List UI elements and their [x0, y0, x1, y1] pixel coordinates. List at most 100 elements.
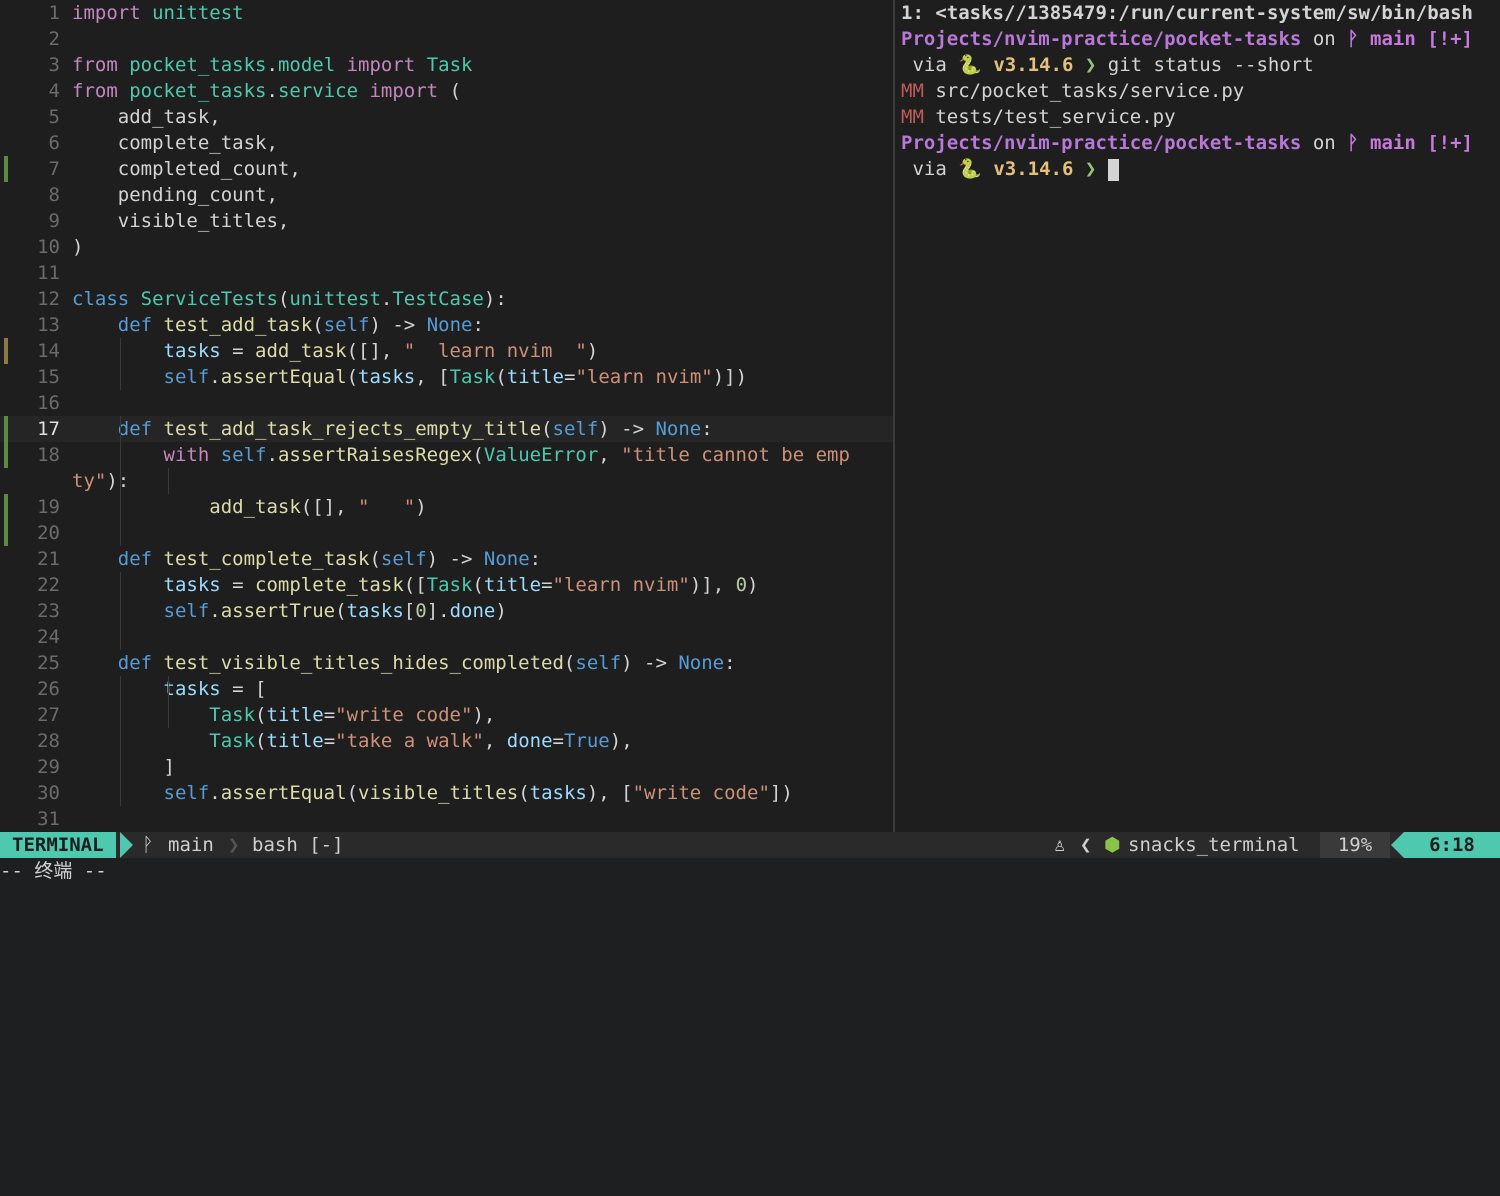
code-token: title	[266, 730, 324, 752]
line-number: 16	[37, 392, 60, 414]
command-text: git status --short	[1107, 54, 1314, 76]
code-line[interactable]: 17 def test_add_task_rejects_empty_title…	[0, 416, 893, 442]
indent-guide	[120, 442, 121, 468]
code-token: self	[220, 444, 267, 466]
code-token: def	[117, 418, 153, 440]
git-branch-icon: ᚹ	[1347, 132, 1359, 154]
code-token: (	[369, 548, 381, 570]
code-line[interactable]: 26 tasks = [	[0, 676, 893, 702]
code-token: unittest	[289, 288, 381, 310]
code-line[interactable]: 6 complete_task,	[0, 130, 893, 156]
python-icon: 🐍	[958, 54, 982, 76]
code-token: service	[277, 80, 359, 102]
code-line[interactable]: 29 ]	[0, 754, 893, 780]
code-token: add_task,	[72, 106, 221, 128]
code-token: ) ->	[621, 652, 679, 674]
git-status-line: MM src/pocket_tasks/service.py	[895, 78, 1500, 104]
code-line[interactable]: 19 add_task([], " ")	[0, 494, 893, 520]
code-line[interactable]: 13 def test_add_task(self) -> None:	[0, 312, 893, 338]
prompt-line-4[interactable]: via 🐍 v3.14.6 ❯	[895, 156, 1500, 182]
code-token: (	[346, 782, 359, 804]
code-text: Task(title="write code"),	[72, 702, 495, 728]
code-token: (	[495, 366, 507, 388]
code-line[interactable]: 5 add_task,	[0, 104, 893, 130]
prompt-branch-status: [!+]	[1427, 132, 1473, 154]
line-number: 11	[37, 262, 60, 284]
code-line[interactable]: 31	[0, 806, 893, 832]
terminal-title: 1: <tasks//1385479:/run/current-system/s…	[901, 2, 1473, 24]
code-token: (	[472, 574, 484, 596]
code-token: add_task	[255, 340, 347, 362]
prompt-via: via	[901, 54, 959, 76]
code-line[interactable]: 9 visible_titles,	[0, 208, 893, 234]
indent-guide	[168, 468, 169, 494]
code-line[interactable]: 20	[0, 520, 893, 546]
code-token: ty"	[72, 470, 107, 492]
code-token: self	[552, 418, 599, 440]
code-line[interactable]: 15 self.assertEqual(tasks, [Task(title="…	[0, 364, 893, 390]
editor-pane[interactable]: 1 import unittest 2 3 from pocket_tasks.mode…	[0, 0, 893, 832]
code-token: (	[472, 444, 484, 466]
code-line[interactable]: 21 def test_complete_task(self) -> None:	[0, 546, 893, 572]
code-token: self	[380, 548, 427, 570]
code-line[interactable]: 16	[0, 390, 893, 416]
line-number: 27	[37, 704, 60, 726]
code-token: title	[506, 366, 564, 388]
code-token: = [	[220, 678, 267, 700]
prompt-path: Projects/nvim-practice/pocket-tasks	[901, 132, 1302, 154]
code-token: (	[255, 704, 267, 726]
code-token: (	[438, 80, 462, 102]
indent-guide	[120, 780, 121, 806]
code-line[interactable]: 12 class ServiceTests(unittest.TestCase):	[0, 286, 893, 312]
command-line[interactable]: -- 终端 --	[0, 858, 1500, 885]
line-number: 17	[37, 418, 60, 440]
prompt-path: Projects/nvim-practice/pocket-tasks	[901, 28, 1302, 50]
code-line[interactable]: 28 Task(title="take a walk", done=True),	[0, 728, 893, 754]
code-line[interactable]: 23 self.assertTrue(tasks[0].done)	[0, 598, 893, 624]
code-token: done	[506, 730, 553, 752]
code-line[interactable]: 18 with self.assertRaisesRegex(ValueErro…	[0, 442, 893, 468]
code-line[interactable]: 22 tasks = complete_task([Task(title="le…	[0, 572, 893, 598]
code-token: import	[369, 80, 439, 102]
code-token: =	[552, 730, 564, 752]
code-token: self	[323, 314, 370, 336]
python-version: v3.14.6	[993, 158, 1074, 180]
code-line[interactable]: 11	[0, 260, 893, 286]
python-version: v3.14.6	[993, 54, 1074, 76]
code-text: tasks = [	[72, 676, 267, 702]
code-line[interactable]: 10)	[0, 234, 893, 260]
code-line[interactable]: 2	[0, 26, 893, 52]
prompt-branch-status: [!+]	[1427, 28, 1473, 50]
code-text: from pocket_tasks.service import (	[72, 78, 461, 104]
code-line[interactable]: 4 from pocket_tasks.service import (	[0, 78, 893, 104]
code-token: title	[266, 704, 324, 726]
code-token: tasks	[358, 366, 416, 388]
code-line[interactable]: ty"):	[0, 468, 893, 494]
code-token: ].	[426, 600, 450, 622]
mode-indicator: TERMINAL	[0, 832, 116, 858]
code-line[interactable]: 7 completed_count,	[0, 156, 893, 182]
terminal-pane[interactable]: 1: <tasks//1385479:/run/current-system/s…	[895, 0, 1500, 832]
indent-guide	[168, 676, 169, 702]
code-line[interactable]: 27 Task(title="write code"),	[0, 702, 893, 728]
code-token: def	[117, 652, 153, 674]
code-line[interactable]: 25 def test_visible_titles_hides_complet…	[0, 650, 893, 676]
code-token: unittest	[152, 2, 244, 24]
code-line[interactable]: 3 from pocket_tasks.model import Task	[0, 52, 893, 78]
code-line[interactable]: 30 self.assertEqual(visible_titles(tasks…	[0, 780, 893, 806]
code-token: )	[495, 600, 507, 622]
code-line[interactable]: 8 pending_count,	[0, 182, 893, 208]
code-line[interactable]: 14 tasks = add_task([], " learn nvim ")	[0, 338, 893, 364]
git-branch-icon: ᚹ	[1347, 28, 1359, 50]
line-number: 26	[37, 678, 60, 700]
code-token: class	[72, 288, 130, 310]
code-line[interactable]: 1 import unittest	[0, 0, 893, 26]
code-line[interactable]: 24	[0, 624, 893, 650]
line-number: 1	[48, 2, 60, 24]
code-token: .	[380, 288, 393, 310]
status-file: src/pocket_tasks/service.py	[935, 80, 1245, 102]
code-text: with self.assertRaisesRegex(ValueError, …	[72, 442, 850, 468]
line-number: 12	[37, 288, 60, 310]
